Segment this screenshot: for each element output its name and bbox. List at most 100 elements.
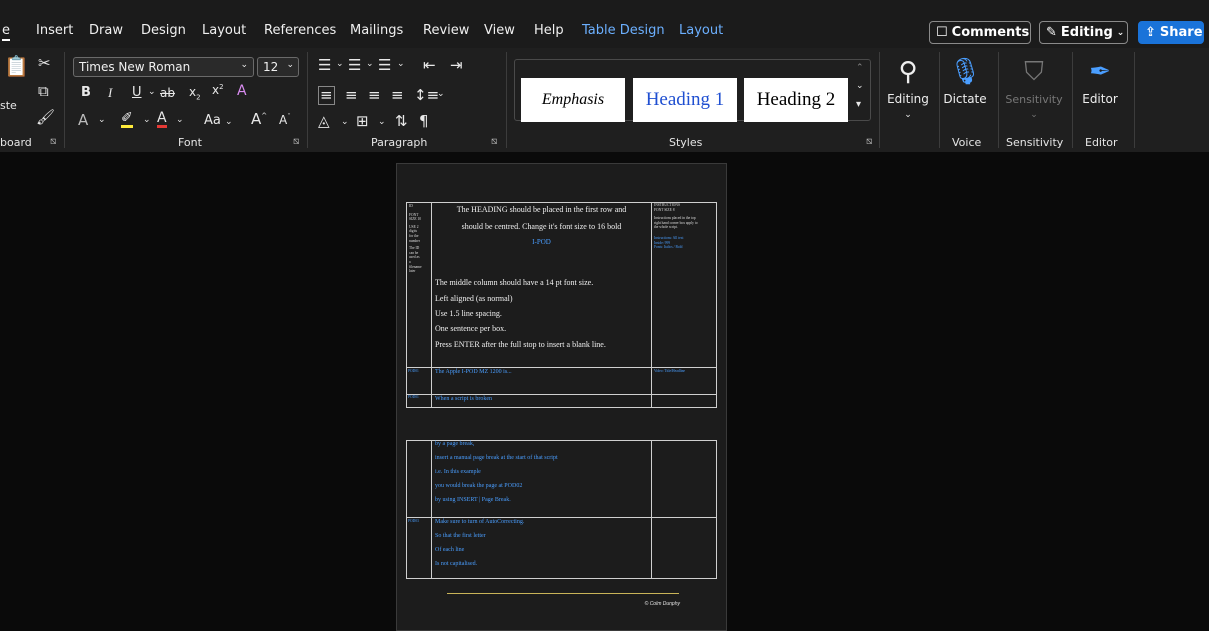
format-painter-icon[interactable]: 🖌 (36, 110, 55, 125)
chevron-down-icon[interactable]: ⌄ (437, 90, 445, 99)
paste-icon[interactable]: 📋 (4, 56, 29, 76)
tab-layout[interactable]: Layout (202, 23, 246, 38)
tab-file[interactable]: e (2, 23, 10, 41)
clipboard-launcher-icon[interactable]: ⧅ (50, 136, 56, 147)
sort-icon[interactable]: ⇅ (395, 114, 408, 129)
pencil-icon: ✎ (1046, 25, 1057, 40)
chevron-down-icon[interactable]: ⌄ (176, 116, 184, 125)
dictate-button[interactable]: 🎙 Dictate (933, 52, 997, 106)
subscript-button[interactable]: x2 (189, 86, 201, 101)
heading-instruction-line: should be centred. Change it's font size… (461, 222, 622, 231)
show-formatting-button[interactable]: ¶ (419, 114, 429, 129)
row-text: you would break the page at POD02 (435, 483, 523, 489)
style-heading-2[interactable]: Heading 2 (744, 78, 848, 122)
change-case-button[interactable]: Aa ⌄ (204, 114, 233, 127)
decrease-indent-icon[interactable]: ⇤ (423, 58, 436, 73)
divider (506, 52, 507, 148)
chevron-down-icon[interactable]: ⌄ (378, 118, 386, 127)
more-styles-icon[interactable]: ▾ (856, 100, 861, 110)
paragraph-group-label: Paragraph (371, 136, 428, 149)
grow-font-button[interactable]: A^ (251, 112, 267, 127)
styles-launcher-icon[interactable]: ⧅ (866, 136, 872, 147)
chevron-down-icon[interactable]: ⌄ (148, 88, 156, 97)
comment-icon: ☐ (936, 25, 948, 40)
strikethrough-button[interactable]: ab (160, 87, 175, 99)
shrink-font-button[interactable]: Aˇ (279, 114, 291, 127)
bullets-icon[interactable]: ☰ (318, 58, 331, 73)
font-launcher-icon[interactable]: ⧅ (293, 136, 299, 147)
style-heading-1[interactable]: Heading 1 (633, 78, 737, 122)
style-emphasis[interactable]: Emphasis (521, 78, 625, 122)
borders-icon[interactable]: ⊞ (356, 114, 369, 129)
tab-design[interactable]: Design (141, 23, 186, 38)
editing-mode-label: Editing (1060, 25, 1113, 40)
numbering-icon[interactable]: ☰ (348, 58, 361, 73)
editing-button-label: Editing (887, 92, 929, 106)
scroll-down-icon[interactable]: ⌄ (856, 82, 864, 91)
tab-table-design[interactable]: Table Design (582, 23, 665, 38)
comments-button[interactable]: ☐ Comments (929, 21, 1031, 44)
font-size-value: 12 (263, 60, 279, 74)
sensitivity-group-label: Sensitivity (1006, 136, 1064, 149)
paste-label[interactable]: ste (0, 100, 17, 111)
search-icon: ⚲ (898, 57, 918, 87)
multilevel-list-icon[interactable]: ☰ (378, 58, 391, 73)
copy-icon[interactable]: ⧉ (38, 84, 49, 99)
tab-view[interactable]: View (484, 23, 515, 38)
font-size-select[interactable]: 12 ⌄ (257, 57, 299, 77)
tab-mailings[interactable]: Mailings (350, 23, 403, 38)
increase-indent-icon[interactable]: ⇥ (450, 58, 463, 73)
tab-help[interactable]: Help (534, 23, 564, 38)
chevron-down-icon[interactable]: ⌄ (98, 116, 106, 125)
chevron-down-icon[interactable]: ⌄ (336, 60, 344, 69)
cut-icon[interactable]: ✂ (38, 56, 51, 71)
superscript-button[interactable]: x2 (212, 84, 224, 97)
bold-button[interactable]: B (81, 86, 91, 99)
document-page[interactable]: ID FONT SIZE 10 USE 2 digits for the num… (396, 163, 727, 631)
editor-button[interactable]: ✒ Editor (1068, 52, 1132, 106)
table-border (716, 440, 717, 579)
chevron-down-icon[interactable]: ⌄ (397, 60, 405, 69)
line-spacing-icon[interactable]: ↕≡ (414, 88, 439, 103)
font-group-label: Font (178, 136, 202, 149)
tab-review[interactable]: Review (423, 23, 469, 38)
italic-button[interactable]: I (108, 86, 112, 99)
row-text: The Apple I-POD MZ 1200 is... (435, 369, 512, 375)
align-center-icon[interactable]: ≡ (345, 88, 358, 103)
scroll-up-icon[interactable]: ⌃ (856, 64, 864, 73)
id-column-notes: ID FONT SIZE 10 USE 2 digits for the num… (409, 204, 431, 274)
divider (64, 52, 65, 148)
shading-icon[interactable]: ◬ (318, 114, 330, 129)
sensitivity-button[interactable]: ⛉ Sensitivity ⌄ (1001, 52, 1067, 120)
table-border (431, 440, 432, 579)
footer-credit: © Colm Dunphy (644, 601, 680, 607)
clear-formatting-icon[interactable]: A (237, 84, 247, 98)
tab-table-layout[interactable]: Layout (679, 23, 723, 38)
body-line: Use 1.5 line spacing. (435, 309, 502, 318)
editing-mode-button[interactable]: ✎ Editing ⌄ (1039, 21, 1128, 44)
text-effects-icon[interactable]: A (78, 113, 88, 128)
row-text: Make sure to turn of AutoCorrecting. (435, 519, 525, 525)
table-border (406, 367, 717, 368)
tab-draw[interactable]: Draw (89, 23, 123, 38)
font-name-select[interactable]: Times New Roman ⌄ (73, 57, 254, 77)
chevron-down-icon[interactable]: ⌄ (366, 60, 374, 69)
row-text: When a script is broken (435, 396, 492, 402)
highlight-color-icon[interactable]: ✐ (121, 111, 133, 128)
tab-insert[interactable]: Insert (36, 23, 73, 38)
justify-icon[interactable]: ≡ (391, 88, 404, 103)
tab-references[interactable]: References (264, 23, 336, 38)
paragraph-launcher-icon[interactable]: ⧅ (491, 136, 497, 147)
share-button[interactable]: ⇪ Share (1138, 21, 1204, 44)
chevron-down-icon[interactable]: ⌄ (143, 116, 151, 125)
chevron-down-icon: ⌄ (904, 110, 912, 120)
underline-button[interactable]: U (132, 86, 142, 99)
row-text: by using INSERT | Page Break. (435, 497, 511, 503)
body-line: One sentence per box. (435, 324, 507, 333)
align-right-icon[interactable]: ≡ (368, 88, 381, 103)
font-color-icon[interactable]: A (157, 111, 167, 128)
align-left-icon[interactable]: ≡ (318, 86, 335, 105)
chevron-down-icon[interactable]: ⌄ (341, 118, 349, 127)
row-note: Video: Title/Headline (654, 369, 686, 373)
editing-button[interactable]: ⚲ Editing ⌄ (876, 52, 940, 120)
